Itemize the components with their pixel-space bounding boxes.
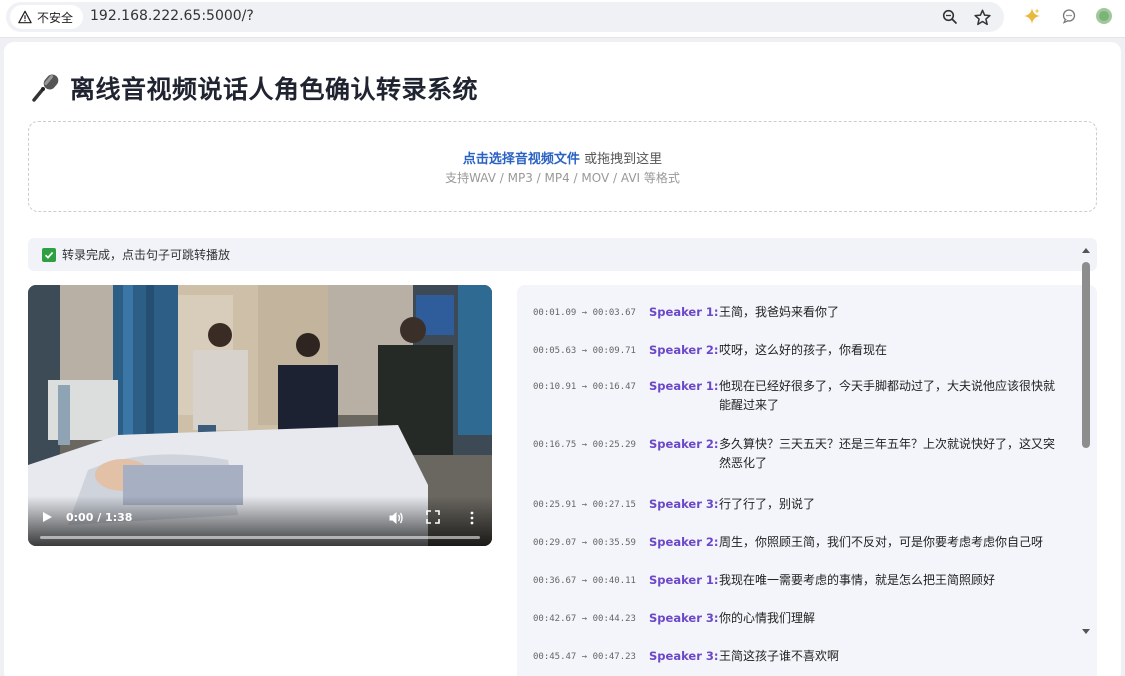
- segment-text: 王简这孩子谁不喜欢啊: [719, 649, 840, 663]
- upload-prompt: 点击选择音视频文件 或拖拽到这里: [29, 148, 1096, 167]
- scroll-down-arrow[interactable]: [1082, 629, 1090, 634]
- segment-timestamp: 00:05.63 → 00:09.71: [533, 346, 636, 356]
- zoom-icon[interactable]: [941, 8, 959, 26]
- transcript-segment[interactable]: 00:25.91 → 00:27.15 Speaker 3: 行了行了，别说了: [533, 497, 1063, 514]
- status-bar: 转录完成，点击句子可跳转播放: [28, 238, 1097, 271]
- segment-speaker: Speaker 2:: [649, 535, 719, 549]
- scroll-up-arrow[interactable]: [1082, 248, 1090, 253]
- segment-text: 周生，你照顾王简，我们不反对，可是你要考虑考虑你自己呀: [719, 535, 1044, 549]
- segment-timestamp: 00:36.67 → 00:40.11: [533, 576, 636, 586]
- segment-text: 他现在已经好很多了，今天手脚都动过了，大夫说他应该很快就能醒过来了: [719, 379, 1056, 412]
- upload-dropzone[interactable]: 点击选择音视频文件 或拖拽到这里 支持WAV / MP3 / MP4 / MOV…: [28, 121, 1097, 212]
- app-page: 离线音视频说话人角色确认转录系统 点击选择音视频文件 或拖拽到这里 支持WAV …: [4, 42, 1121, 676]
- transcript-panel[interactable]: 00:01.09 → 00:03.67 Speaker 1: 王简，我爸妈来看你了 0…: [517, 285, 1097, 676]
- segment-timestamp: 00:29.07 → 00:35.59: [533, 538, 636, 548]
- warning-icon: [18, 10, 32, 24]
- segment-text: 多久算快？三天五天？还是三年五年？上次就说快好了，这又突然恶化了: [719, 437, 1056, 470]
- segment-speaker: Speaker 1:: [649, 573, 719, 587]
- segment-speaker: Speaker 2:: [649, 343, 719, 357]
- check-icon: [42, 247, 56, 262]
- browser-toolbar: 不安全 192.168.222.65:5000/?: [0, 0, 1125, 38]
- page-header: 离线音视频说话人角色确认转录系统: [30, 70, 478, 106]
- drag-hint: 或拖拽到这里: [579, 152, 663, 167]
- transcript-segment[interactable]: 00:42.67 → 00:44.23 Speaker 3: 你的心情我们理解: [533, 611, 1063, 628]
- video-player[interactable]: 0:00 / 1:38: [28, 285, 492, 546]
- segment-text: 行了行了，别说了: [719, 497, 816, 511]
- transcript-segment[interactable]: 00:16.75 → 00:25.29 Speaker 2: 多久算快？三天五天？还…: [533, 437, 1063, 473]
- transcript-segment[interactable]: 00:45.47 → 00:47.23 Speaker 3: 王简这孩子谁不喜欢啊: [533, 649, 1063, 666]
- page-title: 离线音视频说话人角色确认转录系统: [70, 75, 479, 104]
- segment-speaker: Speaker 2:: [649, 437, 719, 451]
- segment-timestamp: 00:10.91 → 00:16.47: [533, 382, 636, 392]
- play-icon[interactable]: [40, 510, 54, 524]
- segment-speaker: Speaker 1:: [649, 305, 719, 319]
- segment-text: 你的心情我们理解: [719, 611, 816, 625]
- segment-speaker: Speaker 3:: [649, 611, 719, 625]
- segment-speaker: Speaker 1:: [649, 379, 719, 393]
- security-label: 不安全: [37, 10, 74, 25]
- transcript-segment[interactable]: 00:05.63 → 00:09.71 Speaker 2: 哎呀，这么好的孩子，你…: [533, 343, 1063, 360]
- segment-text: 我现在唯一需要考虑的事情，就是怎么把王简照顾好: [719, 573, 996, 587]
- security-chip[interactable]: 不安全: [10, 5, 84, 29]
- gemini-sparkle-icon[interactable]: [1023, 7, 1041, 25]
- choose-file-link[interactable]: 点击选择音视频文件: [463, 152, 580, 167]
- volume-icon[interactable]: [388, 510, 404, 526]
- segment-timestamp: 00:16.75 → 00:25.29: [533, 440, 636, 450]
- segment-timestamp: 00:45.47 → 00:47.23: [533, 652, 636, 662]
- more-options-icon[interactable]: [465, 510, 479, 526]
- segment-speaker: Speaker 3:: [649, 497, 719, 511]
- transcript-segment[interactable]: 00:10.91 → 00:16.47 Speaker 1: 他现在已经好很多了，今…: [533, 379, 1063, 415]
- transcript-segment[interactable]: 00:29.07 → 00:35.59 Speaker 2: 周生，你照顾王简，我们…: [533, 535, 1063, 552]
- video-progress-bar[interactable]: [40, 536, 480, 539]
- segment-timestamp: 00:01.09 → 00:03.67: [533, 308, 636, 318]
- status-text: 转录完成，点击句子可跳转播放: [62, 248, 231, 262]
- supported-formats: 支持WAV / MP3 / MP4 / MOV / AVI 等格式: [445, 171, 680, 185]
- scroll-thumb[interactable]: [1082, 262, 1090, 448]
- address-bar[interactable]: 不安全 192.168.222.65:5000/?: [6, 2, 1004, 32]
- chat-icon[interactable]: [1060, 7, 1078, 25]
- video-controls: 0:00 / 1:38: [28, 496, 492, 546]
- video-time: 0:00 / 1:38: [66, 511, 133, 524]
- microphone-icon: [32, 74, 59, 102]
- segment-timestamp: 00:42.67 → 00:44.23: [533, 614, 636, 624]
- transcript-scrollbar[interactable]: [1080, 243, 1092, 643]
- segment-speaker: Speaker 3:: [649, 649, 719, 663]
- transcript-segment[interactable]: 00:01.09 → 00:03.67 Speaker 1: 王简，我爸妈来看你了: [533, 305, 1063, 322]
- bookmark-star-icon[interactable]: [973, 8, 991, 26]
- fullscreen-icon[interactable]: [426, 510, 440, 524]
- segment-timestamp: 00:25.91 → 00:27.15: [533, 500, 636, 510]
- profile-avatar[interactable]: [1095, 7, 1113, 25]
- segment-text: 王简，我爸妈来看你了: [719, 305, 840, 319]
- transcript-segment[interactable]: 00:36.67 → 00:40.11 Speaker 1: 我现在唯一需要考虑的事…: [533, 573, 1063, 590]
- segment-text: 哎呀，这么好的孩子，你看现在: [719, 343, 888, 357]
- url-text[interactable]: 192.168.222.65:5000/?: [90, 8, 254, 24]
